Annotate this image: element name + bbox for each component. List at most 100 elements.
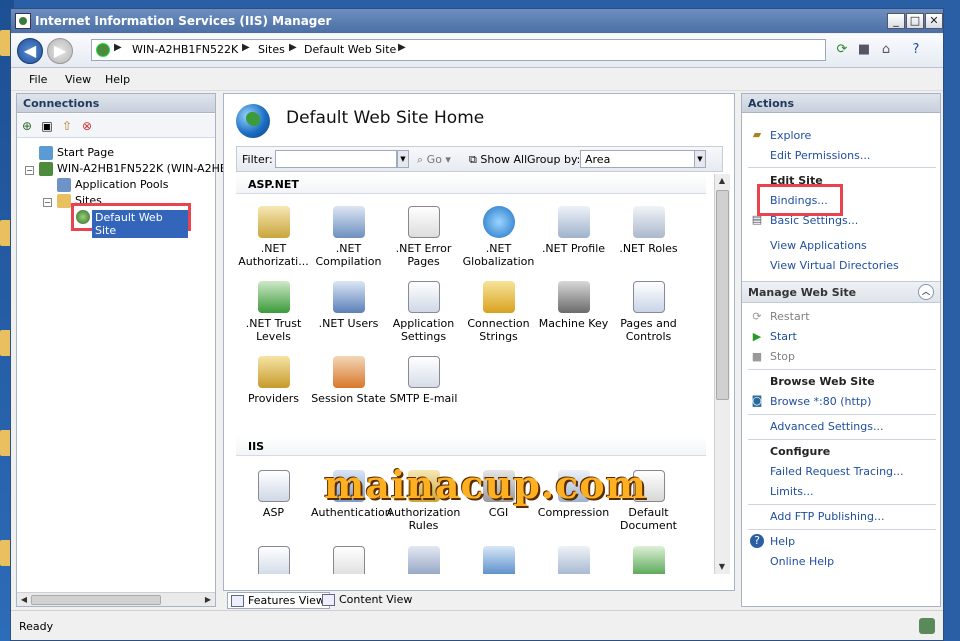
feature-partial[interactable]	[461, 546, 536, 574]
filter-dropdown-button[interactable]: ▼	[397, 150, 409, 168]
stop-link[interactable]: Stop	[770, 350, 795, 363]
save-icon[interactable]: ▣	[39, 118, 55, 134]
section-iis-header[interactable]: IIS	[236, 436, 706, 456]
tree-default-web-site[interactable]: Default Web Site	[71, 203, 191, 238]
network-status-icon	[919, 618, 935, 634]
home-icon[interactable]: ⌂	[877, 41, 895, 59]
feature-session-state[interactable]: Session State	[311, 356, 386, 405]
add-ftp-publishing-link[interactable]: Add FTP Publishing...	[770, 510, 885, 523]
machine-key-icon	[557, 281, 590, 313]
menu-help[interactable]: Help	[105, 73, 130, 86]
filter-input[interactable]	[275, 150, 397, 168]
feature-machine-key[interactable]: Machine Key	[536, 281, 611, 330]
browse-80-link[interactable]: Browse *:80 (http)	[770, 395, 871, 408]
tree-start-page[interactable]: Start Page	[39, 146, 114, 160]
help-link[interactable]: Help	[770, 535, 795, 548]
feature-net-roles[interactable]: .NET Roles	[611, 206, 686, 255]
group-by-select[interactable]: Area	[580, 150, 695, 168]
forward-button[interactable]: ▶	[47, 38, 73, 64]
refresh-icon[interactable]: ⟳	[833, 41, 851, 59]
expand-server-toggle[interactable]: −	[25, 166, 34, 175]
close-button[interactable]: ✕	[925, 13, 943, 29]
bindings-highlight-box	[757, 184, 843, 216]
feature-partial[interactable]	[311, 546, 386, 574]
crumb-separator[interactable]: ▶	[114, 42, 122, 53]
features-vscrollbar[interactable]: ▲ ▼	[714, 174, 730, 574]
website-globe-icon	[76, 210, 90, 224]
feature-pages-controls[interactable]: Pages and Controls	[611, 281, 686, 343]
feature-asp[interactable]: ASP	[236, 470, 311, 519]
advanced-settings-link[interactable]: Advanced Settings...	[770, 420, 883, 433]
stop-icon[interactable]: ■	[855, 41, 873, 59]
feature-net-trust-levels[interactable]: .NET Trust Levels	[236, 281, 311, 343]
online-help-link[interactable]: Online Help	[770, 555, 834, 568]
scroll-up-arrow[interactable]: ▲	[715, 174, 729, 188]
tree-app-pools[interactable]: Application Pools	[57, 178, 168, 192]
explore-link[interactable]: Explore	[770, 129, 811, 142]
feature-net-profile[interactable]: .NET Profile	[536, 206, 611, 255]
feature-net-authorization[interactable]: .NET Authorizati...	[236, 206, 311, 268]
go-button[interactable]: ⌕ Go ▾	[417, 153, 451, 167]
section-aspnet-header[interactable]: ASP.NET	[236, 174, 706, 194]
divider	[748, 369, 936, 370]
features-view-tab[interactable]: Features View	[227, 592, 330, 609]
crumb-server[interactable]: WIN-A2HB1FN522K	[132, 43, 238, 56]
expand-sites-toggle[interactable]: −	[43, 198, 52, 207]
edit-permissions-link[interactable]: Edit Permissions...	[770, 149, 870, 162]
tab-label: Content View	[339, 593, 413, 606]
back-button[interactable]: ◀	[17, 38, 43, 64]
profile-icon	[557, 206, 590, 238]
minimize-button[interactable]: _	[887, 13, 905, 29]
feature-net-compilation[interactable]: .NET Compilation	[311, 206, 386, 268]
feature-net-users[interactable]: .NET Users	[311, 281, 386, 330]
failed-request-tracing-link[interactable]: Failed Request Tracing...	[770, 465, 904, 478]
error-pages-icon	[332, 546, 365, 574]
start-link[interactable]: Start	[770, 330, 797, 343]
scroll-thumb[interactable]	[31, 595, 161, 605]
title-bar[interactable]: Internet Information Services (IIS) Mana…	[11, 9, 943, 33]
breadcrumb[interactable]: ▶ WIN-A2HB1FN522K ▶ Sites ▶ Default Web …	[91, 39, 826, 61]
view-virtual-directories-link[interactable]: View Virtual Directories	[770, 259, 899, 272]
feature-partial[interactable]	[236, 546, 311, 574]
up-icon[interactable]: ⇧	[59, 118, 75, 134]
scroll-left-arrow[interactable]: ◀	[17, 593, 31, 607]
crumb-default-web-site[interactable]: Default Web Site	[304, 43, 396, 56]
crumb-separator[interactable]: ▶	[289, 42, 297, 53]
limits-link[interactable]: Limits...	[770, 485, 814, 498]
content-view-tab[interactable]: Content View	[319, 592, 416, 609]
handler-mappings-icon	[482, 546, 515, 574]
scroll-right-arrow[interactable]: ▶	[201, 593, 215, 607]
help-icon[interactable]: ?	[907, 41, 925, 59]
feature-partial[interactable]	[536, 546, 611, 574]
group-by-dropdown-button[interactable]: ▼	[694, 150, 706, 168]
restart-link[interactable]: Restart	[770, 310, 810, 323]
configure-heading: Configure	[770, 445, 831, 458]
connect-icon[interactable]: ⊕	[19, 118, 35, 134]
scroll-down-arrow[interactable]: ▼	[715, 560, 729, 574]
show-all-button[interactable]: ⧉ Show All	[469, 153, 527, 167]
feature-providers[interactable]: Providers	[236, 356, 311, 405]
crumb-sites[interactable]: Sites	[258, 43, 285, 56]
section-title: Manage Web Site	[748, 286, 857, 299]
feature-label: .NET Compilation	[315, 242, 382, 268]
feature-net-globalization[interactable]: .NET Globalization	[461, 206, 536, 268]
connections-hscrollbar[interactable]: ◀ ▶	[17, 592, 215, 606]
manage-web-site-header[interactable]: Manage Web Site ︿	[742, 281, 940, 303]
scroll-thumb[interactable]	[716, 190, 729, 400]
feature-partial[interactable]	[386, 546, 461, 574]
crumb-separator[interactable]: ▶	[242, 42, 250, 53]
group-by-label: Group by:	[527, 153, 581, 166]
feature-smtp-email[interactable]: SMTP E-mail	[386, 356, 461, 405]
disconnect-icon[interactable]: ⊗	[79, 118, 95, 134]
menu-view[interactable]: View	[65, 73, 91, 86]
crumb-separator[interactable]: ▶	[398, 42, 406, 53]
view-applications-link[interactable]: View Applications	[770, 239, 867, 252]
tree-server[interactable]: WIN-A2HB1FN522K (WIN-A2HB1	[39, 162, 234, 176]
feature-net-error-pages[interactable]: .NET Error Pages	[386, 206, 461, 268]
feature-partial[interactable]	[611, 546, 686, 574]
menu-file[interactable]: File	[29, 73, 47, 86]
collapse-chevron-icon[interactable]: ︿	[918, 284, 934, 300]
maximize-button[interactable]: □	[906, 13, 924, 29]
feature-connection-strings[interactable]: Connection Strings	[461, 281, 536, 343]
feature-application-settings[interactable]: Application Settings	[386, 281, 461, 343]
